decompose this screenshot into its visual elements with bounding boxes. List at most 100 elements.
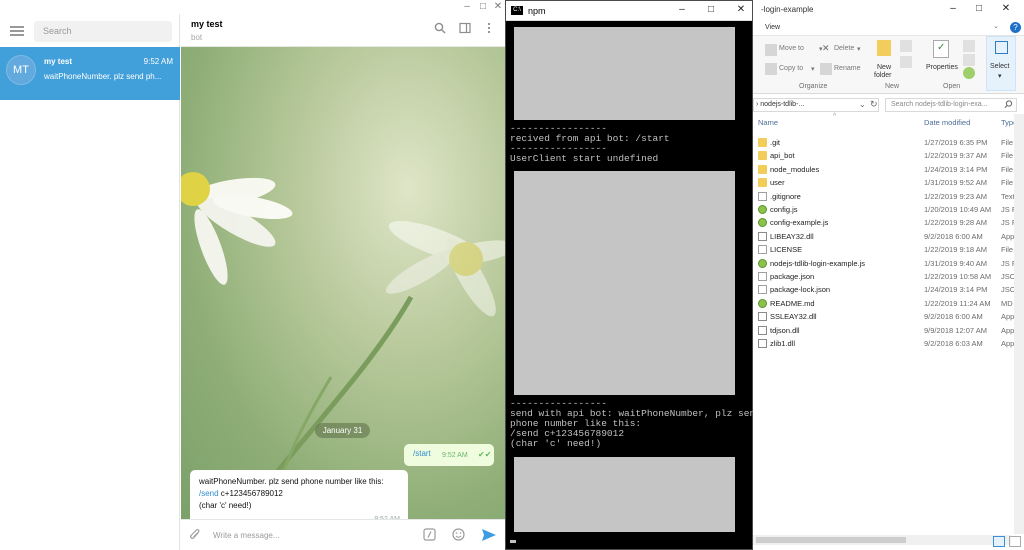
properties-button[interactable]: Properties	[926, 64, 958, 71]
message-text[interactable]: /start	[413, 449, 431, 458]
telegram-titlebar: ‒ □ ✕	[0, 0, 505, 14]
chevron-down-icon[interactable]: ⌄	[993, 22, 1001, 30]
send-icon[interactable]	[481, 527, 497, 543]
minimize-button[interactable]: ‒	[674, 3, 690, 17]
search-icon	[1004, 100, 1014, 110]
attach-icon[interactable]	[189, 528, 201, 542]
file-row[interactable]: README.md1/22/2019 11:24 AMMD File	[753, 297, 1024, 310]
file-date: 9/2/2018 6:00 AM	[924, 231, 983, 241]
search-icon[interactable]	[433, 22, 447, 36]
file-row[interactable]: config-example.js 1/22/2019 9:28 AM JS Fil…	[753, 216, 1024, 229]
file-icon	[758, 312, 767, 322]
chat-name: my test	[44, 57, 73, 66]
group-organize: Organize	[799, 83, 828, 90]
vertical-scrollbar[interactable]	[1014, 114, 1024, 534]
file-date: 9/2/2018 6:03 AM	[924, 339, 983, 348]
file-icon	[758, 339, 767, 348]
chat-list-sidebar: Search MT my test 9:52 AM waitPhoneNumbe…	[0, 14, 180, 550]
chat-item-my-test[interactable]: MT my test 9:52 AM waitPhoneNumber. plz …	[0, 47, 180, 100]
chevron-down-icon: ▾	[998, 73, 1002, 80]
message-line: (char 'c' need!)	[199, 501, 252, 510]
column-name[interactable]: Name	[758, 118, 778, 127]
emoji-icon[interactable]	[451, 528, 465, 542]
open-icon[interactable]	[963, 40, 975, 52]
file-row[interactable]: LICENSE 1/22/2019 9:18 AM File	[753, 243, 1024, 256]
file-name: LIBEAY32.dll	[770, 231, 814, 241]
chevron-down-icon[interactable]: ⌄	[859, 100, 866, 109]
compose-bar: Write a message...	[181, 519, 505, 550]
minimize-button[interactable]: ‒	[460, 0, 474, 14]
delete-icon: ✕	[822, 43, 830, 53]
file-row[interactable]: package-lock.json1/24/2019 3:14 PMJSON F	[753, 283, 1024, 296]
more-options-icon[interactable]	[482, 22, 496, 36]
tab-view[interactable]: View	[765, 24, 780, 31]
file-date: 1/24/2019 3:14 PM	[924, 164, 988, 174]
file-row[interactable]: api_bot 1/22/2019 9:37 AM File fol	[753, 149, 1024, 162]
bot-commands-icon[interactable]	[422, 528, 436, 542]
copy-to-button[interactable]: Copy to	[779, 65, 803, 72]
conversation-subtitle: bot	[191, 33, 203, 42]
file-icon	[758, 218, 767, 228]
large-icons-view-icon[interactable]	[1009, 536, 1021, 547]
delete-button[interactable]: Delete	[834, 45, 854, 52]
file-date: 1/22/2019 9:23 AM	[924, 191, 987, 201]
dropdown-arrow-icon: ▾	[857, 46, 861, 53]
message-text: c+123456789012	[218, 489, 283, 498]
console-output: ----------------- recived from api bot: …	[510, 123, 670, 164]
telegram-window: ‒ □ ✕ Search MT my test 9:52 AM waitPhon…	[0, 0, 505, 550]
new-folder-label[interactable]: folder	[874, 72, 892, 79]
file-row[interactable]: nodejs-tdlib-login-example.js 1/31/2019 9…	[753, 257, 1024, 270]
sidebar-toggle-icon[interactable]	[458, 22, 472, 36]
rename-button[interactable]: Rename	[834, 65, 860, 72]
search-input[interactable]: Search nodejs-tdlib-login-exa...	[885, 98, 1017, 112]
history-icon[interactable]	[963, 67, 975, 79]
outgoing-message[interactable]: /start 9:52 AM ✔✔	[404, 444, 494, 466]
file-row[interactable]: tdjson.dll 9/9/2018 12:07 AM Applic	[753, 324, 1024, 337]
minimize-button[interactable]: ‒	[945, 2, 961, 16]
address-bar: › nodejs-tdlib-... ⌄ ↻ Search nodejs-tdl…	[753, 96, 1024, 114]
maximize-button[interactable]: □	[476, 0, 490, 14]
file-row[interactable]: node_modules 1/24/2019 3:14 PM File fol	[753, 163, 1024, 176]
file-icon	[758, 231, 767, 241]
folder-icon	[758, 138, 767, 147]
refresh-icon[interactable]: ↻	[870, 99, 878, 110]
new-folder-icon	[877, 40, 891, 56]
select-button[interactable]: Select	[990, 63, 1009, 70]
edit-icon[interactable]	[963, 54, 975, 66]
bot-command-link[interactable]: /send	[199, 489, 219, 498]
search-input[interactable]: Search	[34, 21, 172, 42]
file-icon	[758, 285, 767, 295]
help-icon[interactable]: ?	[1010, 22, 1021, 33]
conversation-title[interactable]: my test	[191, 19, 223, 29]
select-group[interactable]: Select ▾	[986, 36, 1016, 91]
close-button[interactable]: ✕	[733, 3, 749, 17]
file-icon	[758, 325, 767, 335]
details-view-icon[interactable]	[993, 536, 1005, 547]
file-row[interactable]: user 1/31/2019 9:52 AM File fol	[753, 176, 1024, 189]
file-row[interactable]: zlib1.dll 9/2/2018 6:03 AM Applic	[753, 337, 1024, 350]
file-name: node_modules	[770, 164, 820, 174]
new-folder-button[interactable]: New	[877, 64, 891, 71]
file-row[interactable]: .gitignore 1/22/2019 9:23 AM Text Do	[753, 190, 1024, 203]
file-row[interactable]: package.json1/22/2019 10:58 AMJSON F	[753, 270, 1024, 283]
file-row[interactable]: LIBEAY32.dll 9/2/2018 6:00 AM Applic	[753, 230, 1024, 243]
properties-icon: ✓	[933, 40, 949, 58]
move-to-button[interactable]: Move to	[779, 45, 804, 52]
menu-icon[interactable]	[10, 26, 24, 36]
message-input[interactable]: Write a message...	[213, 531, 280, 540]
column-date-modified[interactable]: Date modified	[924, 118, 970, 127]
folder-icon	[758, 151, 767, 161]
close-button[interactable]: ✕	[998, 2, 1014, 16]
file-row[interactable]: .git 1/27/2019 6:35 PM File fol	[753, 136, 1024, 149]
maximize-button[interactable]: □	[971, 2, 987, 16]
file-row[interactable]: config.js 1/20/2019 10:49 AM JS File	[753, 203, 1024, 216]
sort-arrow-icon: ^	[833, 113, 837, 120]
easy-access-icon[interactable]	[900, 56, 912, 68]
new-item-icon[interactable]	[900, 40, 912, 52]
horizontal-scrollbar[interactable]	[753, 535, 1011, 545]
close-button[interactable]: ✕	[491, 0, 505, 14]
maximize-button[interactable]: □	[703, 3, 719, 17]
scroll-thumb[interactable]	[756, 537, 906, 543]
redacted-region	[514, 457, 735, 532]
file-row[interactable]: SSLEAY32.dll 9/2/2018 6:00 AM Applic	[753, 310, 1024, 323]
